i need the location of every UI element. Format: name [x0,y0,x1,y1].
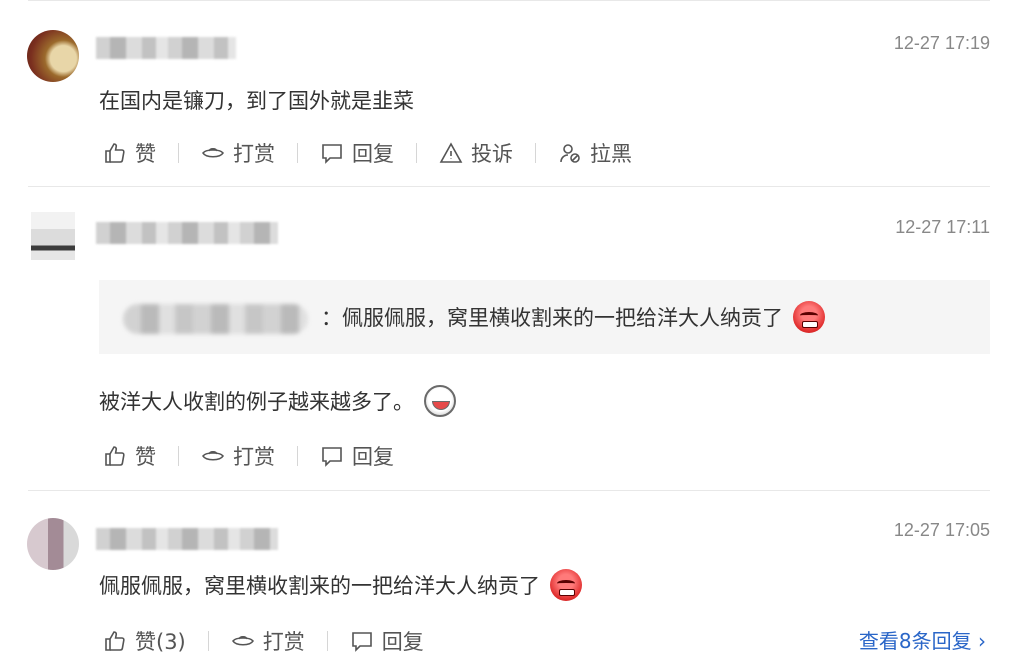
comment-icon [320,141,344,165]
tip-button[interactable]: 打赏 [231,626,305,656]
action-separator [297,446,298,466]
action-separator [297,143,298,163]
comment-time: 12-27 17:05 [893,520,990,540]
quoted-username-blurred[interactable] [123,304,308,334]
action-separator [178,446,179,466]
thumbs-up-icon [103,141,127,165]
reply-button[interactable]: 回复 [320,138,394,168]
comment-list: 12-27 17:19 在国内是镰刀，到了国外就是韭菜 赞 打赏 回复 投诉 拉… [0,0,1022,670]
action-separator [207,631,209,651]
comment-actions: 赞 打赏 回复 投诉 拉黑 [103,138,632,168]
like-label: 赞 [135,142,156,166]
view-replies-link[interactable]: 查看8条回复 › [859,625,986,654]
like-button[interactable]: 赞(3) [103,626,186,656]
quoted-reply: ：佩服佩服，窝里横收割来的一把给洋大人纳贡了 [99,280,990,354]
comment-actions: 赞(3) 打赏 回复 [103,626,424,656]
action-separator [326,631,328,651]
username-blurred[interactable] [96,37,236,59]
comment-time: 12-27 17:19 [893,33,990,53]
angry-emoji-icon [793,301,825,333]
quoted-text: ：佩服佩服，窝里横收割来的一把给洋大人纳贡了 [321,301,825,335]
like-label: 赞 [135,445,156,469]
laughing-emoji-icon [424,385,456,417]
block-label: 拉黑 [590,142,632,166]
comment-time: 12-27 17:11 [895,217,990,237]
username-blurred[interactable] [96,222,278,244]
block-user-icon [558,141,582,165]
reply-button[interactable]: 回复 [320,441,394,471]
comment-actions: 赞 打赏 回复 [103,441,394,471]
divider [28,186,990,187]
quote-separator: ： [321,306,342,330]
comment-text: 佩服佩服，窝里横收割来的一把给洋大人纳贡了 [99,569,582,603]
reply-label: 回复 [381,630,424,654]
action-separator [178,143,179,163]
report-button[interactable]: 投诉 [439,138,513,168]
block-button[interactable]: 拉黑 [558,138,632,168]
quote-content: 佩服佩服，窝里横收割来的一把给洋大人纳贡了 [342,306,783,330]
action-separator [416,143,417,163]
username-blurred[interactable] [96,528,278,550]
comment-icon [320,444,344,468]
divider [28,0,990,1]
avatar[interactable] [31,212,75,260]
reply-label: 回复 [352,142,394,166]
tip-button[interactable]: 打赏 [201,441,275,471]
like-label: 赞(3) [135,630,186,654]
reply-label: 回复 [352,445,394,469]
tip-icon [231,629,255,653]
like-button[interactable]: 赞 [103,138,156,168]
like-button[interactable]: 赞 [103,441,156,471]
warning-icon [439,141,463,165]
thumbs-up-icon [103,444,127,468]
comment-text: 在国内是镰刀，到了国外就是韭菜 [99,89,414,113]
thumbs-up-icon [103,629,127,653]
avatar[interactable] [27,518,79,570]
comment-icon [350,629,374,653]
comment-text: 被洋大人收割的例子越来越多了。 [99,385,456,419]
comment-text-body: 佩服佩服，窝里横收割来的一把给洋大人纳贡了 [99,574,540,598]
divider [28,490,990,491]
report-label: 投诉 [471,142,513,166]
reply-button[interactable]: 回复 [350,626,424,656]
comment-text-body: 被洋大人收割的例子越来越多了。 [99,390,414,414]
tip-label: 打赏 [262,630,305,654]
tip-icon [201,141,225,165]
tip-label: 打赏 [233,445,275,469]
angry-emoji-icon [550,569,582,601]
tip-button[interactable]: 打赏 [201,138,275,168]
action-separator [535,143,536,163]
avatar[interactable] [27,30,79,82]
tip-icon [201,444,225,468]
tip-label: 打赏 [233,142,275,166]
